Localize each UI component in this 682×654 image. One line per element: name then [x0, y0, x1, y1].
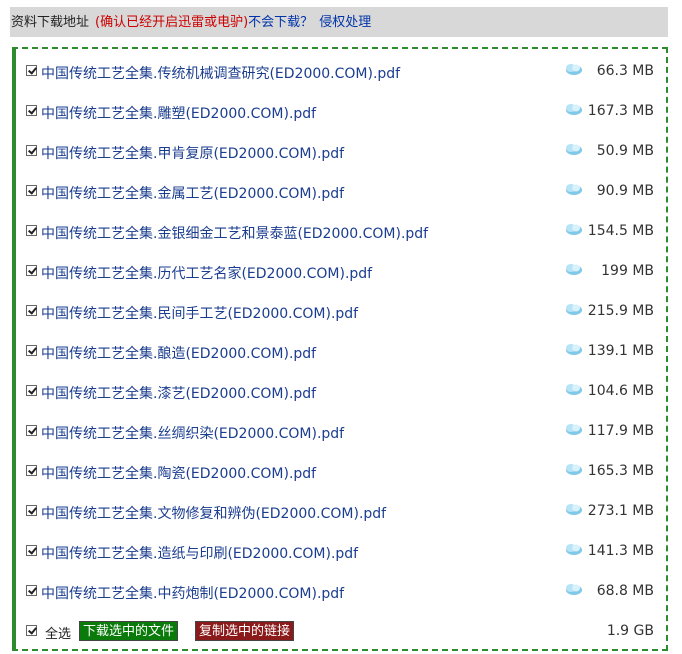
- file-row: 中国传统工艺全集.酿造(ED2000.COM).pdf 139.1 MB: [26, 342, 658, 364]
- file-row: 中国传统工艺全集.丝绸织染(ED2000.COM).pdf 117.9 MB: [26, 422, 658, 444]
- file-link[interactable]: 中国传统工艺全集.金银细金工艺和景泰蓝(ED2000.COM).pdf: [41, 223, 428, 243]
- file-size: 273.1 MB: [587, 503, 654, 519]
- file-row: 中国传统工艺全集.金银细金工艺和景泰蓝(ED2000.COM).pdf 154.5…: [26, 222, 658, 244]
- file-row: 中国传统工艺全集.造纸与印刷(ED2000.COM).pdf 141.3 MB: [26, 542, 658, 564]
- cloud-download-icon[interactable]: [563, 103, 583, 116]
- file-checkbox[interactable]: [26, 345, 37, 356]
- file-row: 中国传统工艺全集.文物修复和辨伪(ED2000.COM).pdf 273.1 MB: [26, 502, 658, 524]
- cloud-download-icon[interactable]: [563, 423, 583, 436]
- help-link[interactable]: 不会下载？: [248, 15, 313, 30]
- file-row: 中国传统工艺全集.传统机械调查研究(ED2000.COM).pdf 66.3 MB: [26, 62, 658, 84]
- file-size: 66.3 MB: [596, 63, 654, 79]
- file-checkbox[interactable]: [26, 465, 37, 476]
- header-warning: (确认已经开启迅雷或电驴): [95, 15, 249, 30]
- file-link[interactable]: 中国传统工艺全集.雕塑(ED2000.COM).pdf: [41, 103, 316, 123]
- cloud-download-icon[interactable]: [563, 343, 583, 356]
- file-row: 中国传统工艺全集.中药炮制(ED2000.COM).pdf 68.8 MB: [26, 582, 658, 604]
- download-header: 资料下载地址 (确认已经开启迅雷或电驴)不会下载？ 侵权处理: [10, 7, 668, 37]
- file-link[interactable]: 中国传统工艺全集.陶瓷(ED2000.COM).pdf: [41, 463, 316, 483]
- file-checkbox[interactable]: [26, 105, 37, 116]
- cloud-download-icon[interactable]: [563, 463, 583, 476]
- file-link[interactable]: 中国传统工艺全集.漆艺(ED2000.COM).pdf: [41, 383, 316, 403]
- file-checkbox[interactable]: [26, 505, 37, 516]
- file-checkbox[interactable]: [26, 145, 37, 156]
- copy-links-button[interactable]: 复制选中的链接: [195, 621, 295, 641]
- file-checkbox[interactable]: [26, 385, 37, 396]
- select-all-label: 全选: [45, 627, 72, 642]
- footer-row: 全选 下载选中的文件 复制选中的链接 1.9 GB: [26, 621, 658, 644]
- file-size: 165.3 MB: [587, 463, 654, 479]
- file-row: 中国传统工艺全集.历代工艺名家(ED2000.COM).pdf 199 MB: [26, 262, 658, 284]
- cloud-download-icon[interactable]: [563, 183, 583, 196]
- file-size: 215.9 MB: [587, 303, 654, 319]
- total-size: 1.9 GB: [606, 623, 654, 639]
- file-size: 90.9 MB: [596, 183, 654, 199]
- file-link[interactable]: 中国传统工艺全集.中药炮制(ED2000.COM).pdf: [41, 583, 344, 603]
- file-size: 68.8 MB: [596, 583, 654, 599]
- cloud-download-icon[interactable]: [563, 503, 583, 516]
- file-link[interactable]: 中国传统工艺全集.金属工艺(ED2000.COM).pdf: [41, 183, 344, 203]
- cloud-download-icon[interactable]: [563, 63, 583, 76]
- file-link[interactable]: 中国传统工艺全集.造纸与印刷(ED2000.COM).pdf: [41, 543, 358, 563]
- file-size: 104.6 MB: [587, 383, 654, 399]
- header-title: 资料下载地址: [11, 15, 90, 30]
- cloud-download-icon[interactable]: [563, 583, 583, 596]
- download-selected-button[interactable]: 下载选中的文件: [79, 621, 179, 641]
- report-link[interactable]: 侵权处理: [319, 15, 371, 30]
- file-link[interactable]: 中国传统工艺全集.酿造(ED2000.COM).pdf: [41, 343, 316, 363]
- file-row: 中国传统工艺全集.甲肯复原(ED2000.COM).pdf 50.9 MB: [26, 142, 658, 164]
- file-link[interactable]: 中国传统工艺全集.丝绸织染(ED2000.COM).pdf: [41, 423, 344, 443]
- file-size: 154.5 MB: [587, 223, 654, 239]
- file-link[interactable]: 中国传统工艺全集.传统机械调查研究(ED2000.COM).pdf: [41, 63, 400, 83]
- file-checkbox[interactable]: [26, 305, 37, 316]
- cloud-download-icon[interactable]: [563, 263, 583, 276]
- file-size: 141.3 MB: [587, 543, 654, 559]
- file-size: 139.1 MB: [587, 343, 654, 359]
- cloud-download-icon[interactable]: [563, 383, 583, 396]
- file-checkbox[interactable]: [26, 65, 37, 76]
- file-link[interactable]: 中国传统工艺全集.历代工艺名家(ED2000.COM).pdf: [41, 263, 372, 283]
- file-size: 167.3 MB: [587, 103, 654, 119]
- file-row: 中国传统工艺全集.金属工艺(ED2000.COM).pdf 90.9 MB: [26, 182, 658, 204]
- cloud-download-icon[interactable]: [563, 143, 583, 156]
- file-link[interactable]: 中国传统工艺全集.甲肯复原(ED2000.COM).pdf: [41, 143, 344, 163]
- file-checkbox[interactable]: [26, 585, 37, 596]
- cloud-download-icon[interactable]: [563, 223, 583, 236]
- file-row: 中国传统工艺全集.漆艺(ED2000.COM).pdf 104.6 MB: [26, 382, 658, 404]
- file-checkbox[interactable]: [26, 225, 37, 236]
- file-link[interactable]: 中国传统工艺全集.文物修复和辨伪(ED2000.COM).pdf: [41, 503, 386, 523]
- file-row: 中国传统工艺全集.民间手工艺(ED2000.COM).pdf 215.9 MB: [26, 302, 658, 324]
- file-row: 中国传统工艺全集.陶瓷(ED2000.COM).pdf 165.3 MB: [26, 462, 658, 484]
- file-checkbox[interactable]: [26, 265, 37, 276]
- file-size: 50.9 MB: [596, 143, 654, 159]
- select-all-checkbox[interactable]: [26, 625, 37, 636]
- file-row: 中国传统工艺全集.雕塑(ED2000.COM).pdf 167.3 MB: [26, 102, 658, 124]
- cloud-download-icon[interactable]: [563, 543, 583, 556]
- cloud-download-icon[interactable]: [563, 303, 583, 316]
- file-size: 199 MB: [601, 263, 654, 279]
- file-checkbox[interactable]: [26, 185, 37, 196]
- file-size: 117.9 MB: [587, 423, 654, 439]
- file-checkbox[interactable]: [26, 545, 37, 556]
- file-checkbox[interactable]: [26, 425, 37, 436]
- file-link[interactable]: 中国传统工艺全集.民间手工艺(ED2000.COM).pdf: [41, 303, 358, 323]
